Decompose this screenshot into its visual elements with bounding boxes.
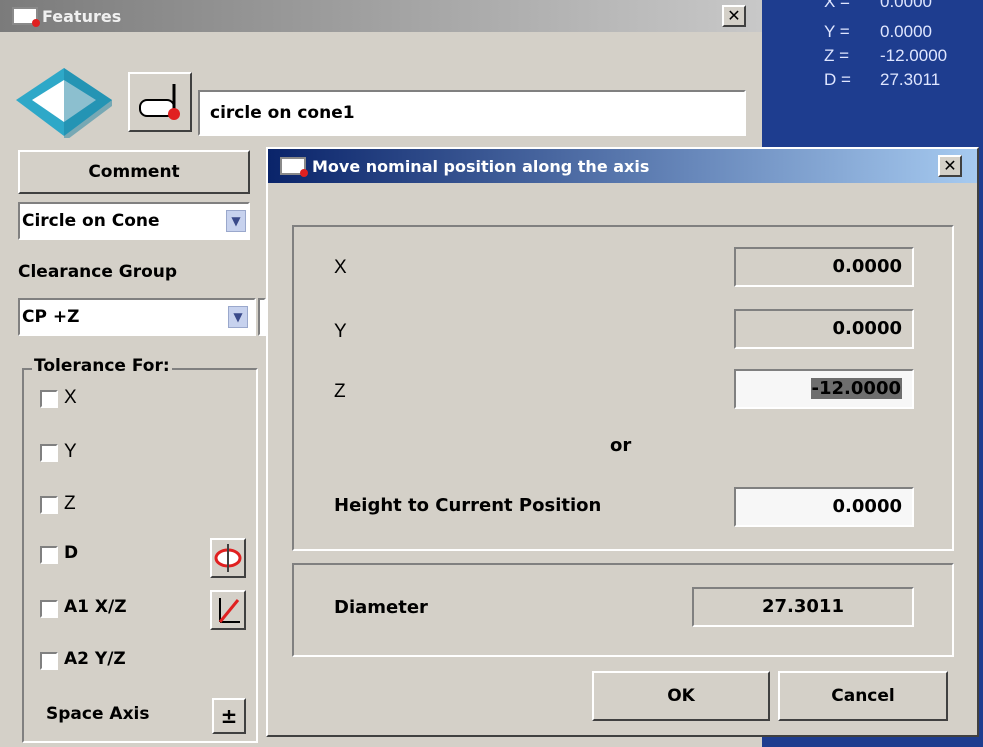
move-nominal-dialog: Move nominal position along the axis ✕ X… — [266, 147, 979, 737]
readout-d-row: D = 27.3011 — [824, 70, 940, 90]
clearance-extra-field[interactable] — [258, 298, 266, 336]
clearance-group-select[interactable]: CP +Z ▼ — [18, 298, 256, 336]
tolerance-y-label: Y — [64, 441, 77, 462]
z-value-text: -12.0000 — [810, 378, 902, 399]
circle-on-cone-shape-icon — [16, 68, 112, 138]
diameter-gauge-icon — [214, 544, 242, 572]
feature-name-field[interactable]: circle on cone1 — [198, 90, 746, 136]
diameter-value-field: 27.3011 — [692, 587, 914, 627]
readout-x-label: X = — [824, 0, 850, 11]
tolerance-d-label: D — [64, 543, 79, 563]
diameter-label: Diameter — [334, 597, 428, 618]
feature-type-value: Circle on Cone — [22, 211, 160, 231]
y-label: Y — [334, 321, 347, 342]
y-value-field: 0.0000 — [734, 309, 914, 349]
features-close-button[interactable]: ✕ — [722, 5, 746, 27]
x-value-field: 0.0000 — [734, 247, 914, 287]
readout-y-label: Y = — [824, 22, 850, 41]
feature-type-select[interactable]: Circle on Cone ▼ — [18, 202, 250, 240]
ok-button[interactable]: OK — [592, 671, 770, 721]
tolerance-z-checkbox[interactable] — [40, 496, 58, 514]
readout-x-row: X = 0.0000 — [824, 0, 932, 12]
dialog-close-button[interactable]: ✕ — [938, 155, 962, 177]
comment-button[interactable]: Comment — [18, 150, 250, 194]
chevron-down-icon[interactable]: ▼ — [228, 306, 248, 328]
features-title: Features — [42, 7, 122, 26]
z-value-input[interactable]: -12.0000 — [734, 369, 914, 409]
readout-d-value: 27.3011 — [880, 70, 941, 89]
tolerance-x-label: X — [64, 387, 77, 408]
tolerance-d-checkbox[interactable] — [40, 546, 58, 564]
height-value-input[interactable]: 0.0000 — [734, 487, 914, 527]
tolerance-a1-label: A1 X/Z — [64, 597, 127, 617]
tolerance-d-tool-button[interactable] — [210, 538, 246, 578]
features-titlebar[interactable]: Features ✕ — [0, 0, 762, 32]
height-label: Height to Current Position — [334, 495, 602, 516]
probe-icon — [139, 84, 180, 120]
or-label: or — [610, 435, 632, 456]
dialog-app-icon — [280, 157, 308, 177]
space-axis-toggle-button[interactable]: ± — [212, 698, 246, 734]
readout-z-label: Z = — [824, 46, 850, 65]
dialog-title: Move nominal position along the axis — [312, 157, 650, 176]
cancel-button[interactable]: Cancel — [778, 671, 948, 721]
space-axis-label: Space Axis — [46, 704, 150, 724]
tolerance-a1-checkbox[interactable] — [40, 600, 58, 618]
tolerance-y-checkbox[interactable] — [40, 444, 58, 462]
z-label: Z — [334, 381, 346, 402]
probe-button[interactable] — [128, 72, 192, 132]
tolerance-a2-label: A2 Y/Z — [64, 649, 126, 669]
x-label: X — [334, 257, 347, 278]
tolerance-angle-tool-button[interactable] — [210, 590, 246, 630]
clearance-group-value: CP +Z — [22, 307, 80, 327]
tolerance-x-checkbox[interactable] — [40, 390, 58, 408]
readout-y-row: Y = 0.0000 — [824, 22, 932, 42]
tolerance-a2-checkbox[interactable] — [40, 652, 58, 670]
app-icon — [12, 7, 40, 27]
readout-z-row: Z = -12.0000 — [824, 46, 947, 66]
readout-x-value: 0.0000 — [880, 0, 932, 11]
angle-icon — [218, 598, 240, 623]
dialog-titlebar[interactable]: Move nominal position along the axis ✕ — [268, 149, 977, 183]
readout-z-value: -12.0000 — [880, 46, 948, 65]
clearance-group-label: Clearance Group — [18, 262, 178, 282]
chevron-down-icon[interactable]: ▼ — [226, 210, 246, 232]
readout-d-label: D = — [824, 70, 851, 89]
tolerance-for-label: Tolerance For: — [32, 356, 172, 376]
tolerance-z-label: Z — [64, 493, 76, 514]
readout-y-value: 0.0000 — [880, 22, 932, 41]
